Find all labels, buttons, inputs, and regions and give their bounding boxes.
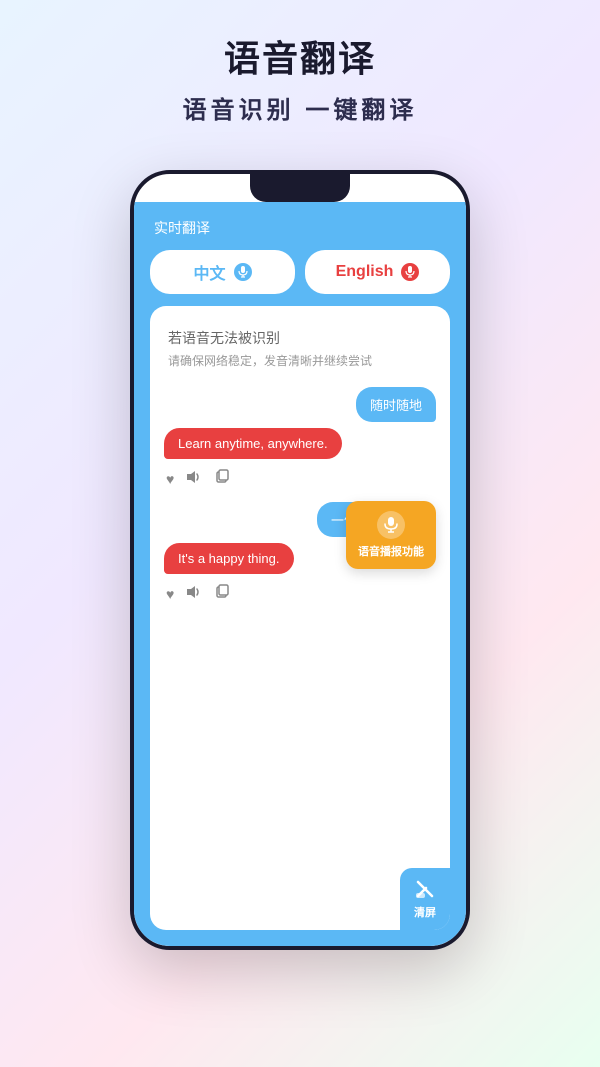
action-row-2: ♥ bbox=[164, 580, 436, 607]
action-row-1: ♥ bbox=[164, 465, 436, 492]
brush-icon bbox=[414, 878, 436, 900]
english-bubble-1: Learn anytime, anywhere. bbox=[164, 428, 342, 459]
heart-icon-2[interactable]: ♥ bbox=[166, 586, 174, 602]
app-content: 实时翻译 中文 English bbox=[134, 202, 466, 946]
english-language-button[interactable]: English bbox=[305, 250, 450, 294]
chinese-label: 中文 bbox=[193, 260, 225, 284]
volume-icon-1[interactable] bbox=[186, 470, 202, 487]
power-button bbox=[468, 294, 470, 354]
clear-button[interactable]: 清屏 bbox=[400, 868, 450, 930]
volume-up-button bbox=[130, 329, 132, 379]
tooltip-mic-icon bbox=[377, 511, 405, 539]
chinese-language-button[interactable]: 中文 bbox=[150, 250, 295, 294]
english-bubble-2: It's a happy thing. bbox=[164, 543, 294, 574]
heart-icon-1[interactable]: ♥ bbox=[166, 471, 174, 487]
page-title: 语音翻译 bbox=[20, 30, 580, 82]
chinese-bubble-1: 随时随地 bbox=[356, 387, 436, 422]
copy-icon-1[interactable] bbox=[214, 469, 230, 488]
volume-down-button bbox=[130, 389, 132, 439]
status-subtitle: 请确保网络稳定，发音清晰并继续尝试 bbox=[168, 352, 432, 369]
status-title: 若语音无法被识别 bbox=[168, 328, 432, 348]
page-background: 语音翻译 语音识别 一键翻译 实时翻译 中文 bbox=[0, 0, 600, 145]
page-subtitle: 语音识别 一键翻译 bbox=[20, 90, 580, 125]
status-message: 若语音无法被识别 请确保网络稳定，发音清晰并继续尝试 bbox=[164, 320, 436, 377]
chinese-mic-icon bbox=[234, 263, 252, 281]
phone-notch bbox=[250, 174, 350, 202]
copy-icon-2[interactable] bbox=[214, 584, 230, 603]
translation-area: 若语音无法被识别 请确保网络稳定，发音清晰并继续尝试 随时随地 Learn an… bbox=[150, 306, 450, 930]
conversation-1: 随时随地 Learn anytime, anywhere. ♥ bbox=[164, 387, 436, 492]
page-header: 语音翻译 语音识别 一键翻译 bbox=[0, 0, 600, 145]
phone-mockup: 实时翻译 中文 English bbox=[130, 170, 470, 950]
tooltip-text: 语音播报功能 bbox=[358, 545, 424, 559]
english-mic-icon bbox=[401, 263, 419, 281]
english-label: English bbox=[336, 263, 394, 281]
app-title-bar: 实时翻译 bbox=[150, 218, 450, 238]
clear-btn-label: 清屏 bbox=[414, 904, 436, 920]
volume-icon-2[interactable] bbox=[186, 585, 202, 602]
tooltip-popup: 语音播报功能 bbox=[346, 501, 436, 569]
mute-button bbox=[130, 274, 132, 314]
language-selectors: 中文 English bbox=[150, 250, 450, 294]
